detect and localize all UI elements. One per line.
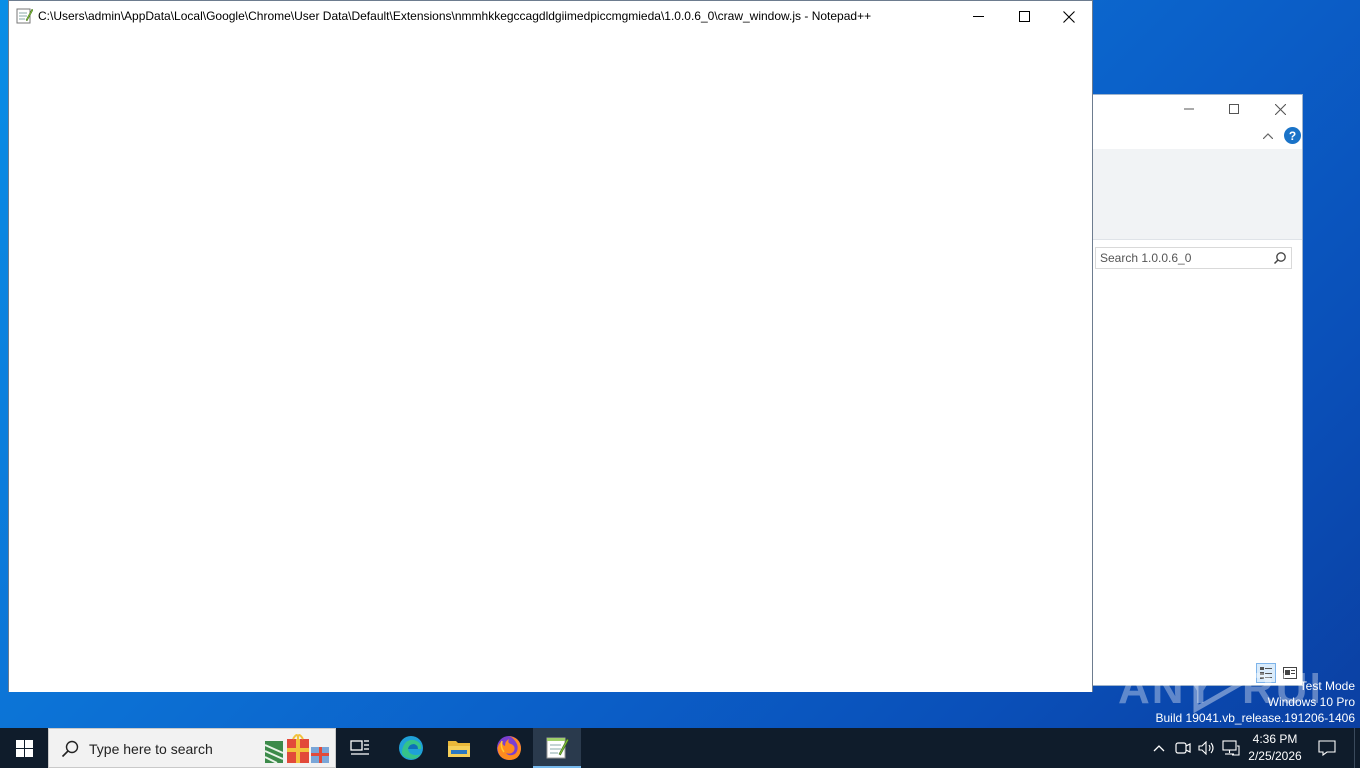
search-icon bbox=[1273, 252, 1286, 265]
explorer-window[interactable]: ? Search 1.0.0.6_0 bbox=[1060, 94, 1303, 686]
build-label: Build 19041.vb_release.191206-1406 bbox=[1155, 711, 1356, 725]
show-desktop-button[interactable] bbox=[1354, 728, 1360, 768]
maximize-button[interactable] bbox=[1001, 1, 1047, 32]
windows-logo-icon bbox=[15, 739, 33, 757]
notification-icon bbox=[1318, 740, 1336, 756]
action-center-button[interactable] bbox=[1312, 728, 1342, 768]
notepad-plus-plus-icon bbox=[546, 737, 569, 759]
editor-area[interactable] bbox=[9, 32, 1092, 692]
chevron-up-icon bbox=[1153, 745, 1165, 752]
file-explorer-icon bbox=[448, 741, 470, 757]
show-hidden-icons-button[interactable] bbox=[1148, 728, 1170, 768]
search-highlight-gifts-icon bbox=[264, 734, 329, 764]
explorer-minimize-button[interactable] bbox=[1166, 95, 1212, 123]
firefox-taskbar-button[interactable] bbox=[485, 728, 533, 768]
os-edition-label: Windows 10 Pro bbox=[1267, 695, 1355, 709]
task-view-icon bbox=[350, 740, 369, 755]
search-placeholder: Type here to search bbox=[89, 741, 213, 757]
edge-taskbar-button[interactable] bbox=[387, 728, 435, 768]
close-icon bbox=[1274, 103, 1286, 115]
explorer-search-placeholder: Search 1.0.0.6_0 bbox=[1100, 251, 1192, 265]
volume-button[interactable] bbox=[1196, 728, 1218, 768]
notepad-plus-plus-window[interactable]: C:\Users\admin\AppData\Local\Google\Chro… bbox=[8, 0, 1093, 692]
meet-now-icon bbox=[1175, 742, 1191, 754]
notepad-titlebar[interactable]: C:\Users\admin\AppData\Local\Google\Chro… bbox=[9, 1, 1092, 32]
help-icon: ? bbox=[1288, 128, 1297, 143]
taskbar: Type here to search 4:36 PM 2/25/2026 bbox=[0, 728, 1360, 768]
edge-icon bbox=[399, 736, 423, 760]
task-view-button[interactable] bbox=[336, 728, 384, 768]
ribbon-collapse-button[interactable] bbox=[1259, 127, 1277, 145]
explorer-maximize-button[interactable] bbox=[1211, 95, 1257, 123]
test-mode-label: Test Mode bbox=[1299, 679, 1355, 693]
taskbar-search-box[interactable]: Type here to search bbox=[48, 728, 336, 768]
explorer-search-input[interactable]: Search 1.0.0.6_0 bbox=[1095, 247, 1292, 269]
minimize-icon bbox=[972, 16, 984, 17]
clock-date: 2/25/2026 bbox=[1248, 749, 1302, 763]
notepad-plus-plus-taskbar-button[interactable] bbox=[533, 728, 581, 768]
help-button[interactable]: ? bbox=[1284, 127, 1301, 144]
chevron-up-icon bbox=[1263, 133, 1273, 139]
explorer-close-button[interactable] bbox=[1257, 95, 1303, 123]
minimize-button[interactable] bbox=[955, 1, 1001, 32]
minimize-icon bbox=[1184, 108, 1194, 110]
maximize-icon bbox=[1018, 11, 1030, 22]
maximize-icon bbox=[1229, 104, 1239, 114]
explorer-ribbon bbox=[1061, 149, 1302, 240]
notepad-plus-plus-icon bbox=[16, 8, 33, 24]
system-clock[interactable]: 4:36 PM 2/25/2026 bbox=[1244, 731, 1306, 765]
clock-time: 4:36 PM bbox=[1252, 732, 1298, 746]
window-title: C:\Users\admin\AppData\Local\Google\Chro… bbox=[38, 9, 872, 23]
volume-icon bbox=[1198, 741, 1214, 755]
network-button[interactable] bbox=[1220, 728, 1242, 768]
explorer-titlebar[interactable] bbox=[1061, 95, 1302, 123]
test-mode-info: Test Mode Windows 10 Pro Build 19041.vb_… bbox=[1156, 678, 1356, 726]
file-explorer-taskbar-button[interactable] bbox=[435, 728, 483, 768]
search-icon bbox=[61, 740, 79, 758]
start-button[interactable] bbox=[0, 728, 48, 768]
network-icon bbox=[1222, 740, 1240, 756]
close-icon bbox=[1063, 10, 1075, 23]
firefox-icon bbox=[497, 736, 521, 760]
meet-now-button[interactable] bbox=[1172, 728, 1194, 768]
explorer-ribbon-toggle-row: ? bbox=[1061, 123, 1302, 149]
close-button[interactable] bbox=[1046, 1, 1092, 32]
